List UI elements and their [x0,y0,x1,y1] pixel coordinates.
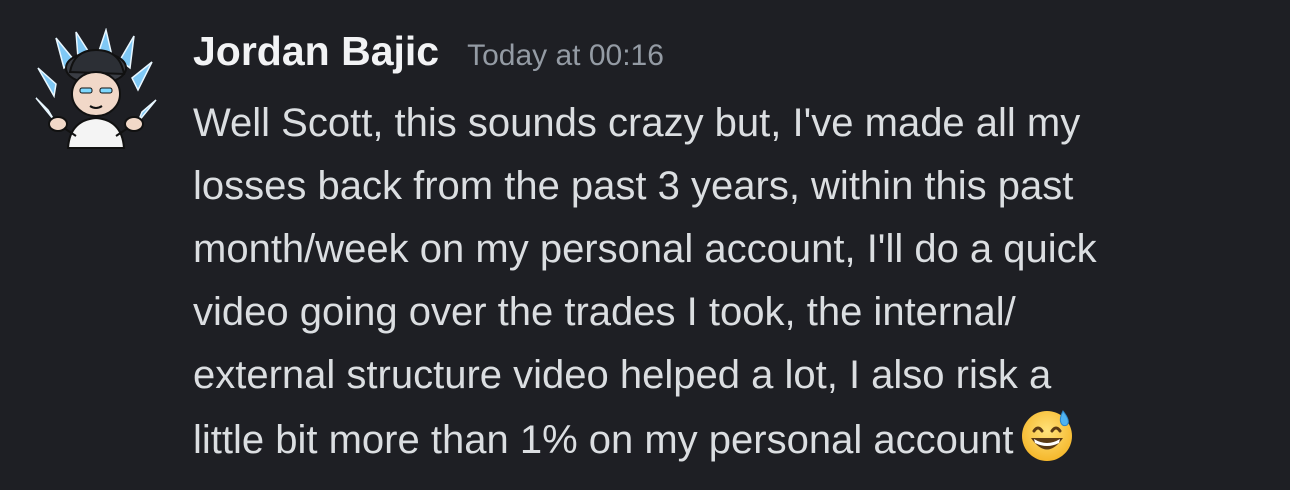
message-line: video going over the trades I took, the … [193,290,1016,334]
message-line: external structure video helped a lot, I… [193,353,1052,397]
chat-message: Jordan Bajic Today at 00:16 Well Scott, … [0,0,1290,490]
message-line: little bit more than 1% on my personal a… [193,418,1014,462]
message-content: Well Scott, this sounds crazy but, I've … [193,92,1268,472]
message-line: month/week on my personal account, I'll … [193,227,1097,271]
message-line: losses back from the past 3 years, withi… [193,164,1074,208]
grinning-face-with-sweat-icon[interactable] [1019,407,1075,463]
user-avatar[interactable] [34,28,158,152]
message-line: Well Scott, this sounds crazy but, I've … [193,101,1081,145]
message-timestamp[interactable]: Today at 00:16 [467,39,664,72]
message-header: Jordan Bajic Today at 00:16 [193,28,664,84]
author-name[interactable]: Jordan Bajic [193,28,439,74]
anime-character-avatar-icon [35,28,157,149]
message-last-line-wrapper: little bit more than 1% on my personal a… [193,407,1268,472]
